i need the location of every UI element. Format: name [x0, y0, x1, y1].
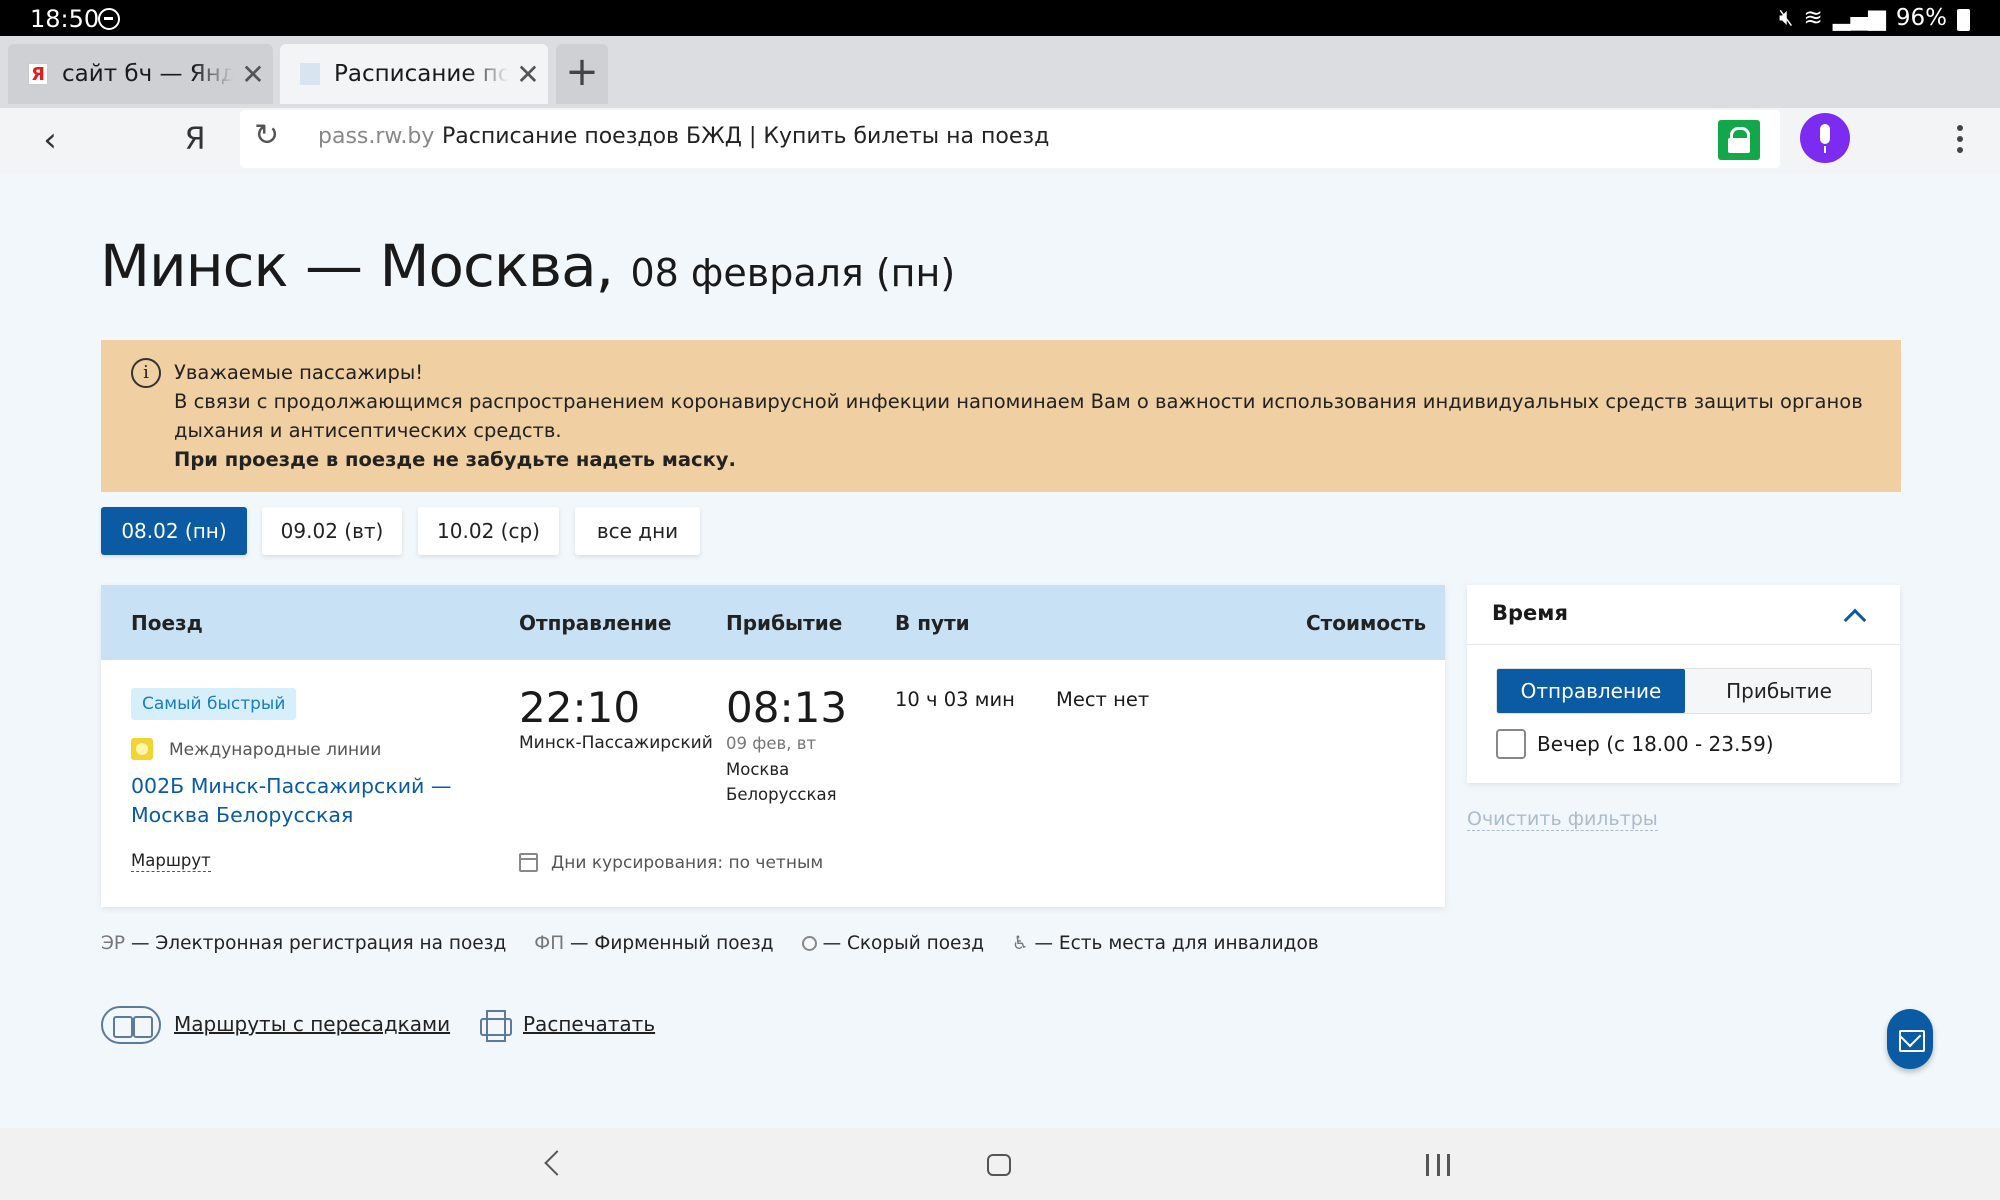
legend-key: ЭР [101, 933, 126, 954]
signal-icon: ▂▄▆ [1832, 5, 1886, 31]
url-host: pass.rw.by [318, 124, 435, 149]
microphone-button[interactable] [1800, 113, 1850, 163]
legend-text: — Есть места для инвалидов [1034, 933, 1319, 954]
header-cost[interactable]: Стоимость [1306, 611, 1426, 635]
calendar-icon [519, 853, 538, 872]
notice-body: В связи с продолжающимся распространение… [174, 390, 1863, 442]
route-date: 08 февраля (пн) [630, 251, 956, 295]
transfer-routes-icon[interactable] [101, 1006, 161, 1044]
legend-key: ФП [534, 933, 565, 954]
filter-title[interactable]: Время [1492, 601, 1568, 625]
page-favicon-icon [300, 63, 320, 85]
schedule-days: Дни курсирования: по четным [551, 853, 824, 873]
browser-tab-bar: Я сайт бч — Яндекс ✕ Расписание поездов … [0, 36, 2000, 108]
nav-home-icon[interactable] [987, 1154, 1011, 1176]
clear-filters-link[interactable]: Очистить фильтры [1467, 808, 1658, 831]
mute-icon: 🔇︎ [1779, 5, 1794, 31]
nav-recents-icon[interactable] [1426, 1154, 1450, 1176]
evening-checkbox[interactable] [1496, 729, 1526, 759]
date-button-0802[interactable]: 08.02 (пн) [101, 507, 247, 555]
tab-schedule[interactable]: Расписание поездов ✕ [280, 44, 548, 104]
train-table: Поезд Отправление Прибытие В пути Стоимо… [101, 585, 1445, 907]
battery-level: 96% [1895, 5, 1947, 31]
header-departure[interactable]: Отправление [519, 611, 672, 635]
transfer-routes-link[interactable]: Маршруты с пересадками [174, 1012, 450, 1036]
fastest-badge: Самый быстрый [131, 688, 297, 720]
wifi-icon: ≋ [1803, 5, 1823, 31]
toggle-arrival[interactable]: Прибытие [1685, 669, 1873, 713]
status-icons: 🔇︎ ≋ ▂▄▆ 96% [1779, 5, 1970, 31]
info-icon: i [131, 358, 161, 388]
do-not-disturb-icon [98, 8, 120, 30]
back-button[interactable]: ‹ [30, 118, 70, 162]
train-name-link[interactable]: 002Б Минск-Пассажирский — Москва Белорус… [131, 772, 461, 830]
address-bar: ‹ Я ↻ pass.rw.by Расписание поездов БЖД … [0, 108, 2000, 174]
legend-text: — Электронная регистрация на поезд [130, 933, 507, 954]
close-tab-icon[interactable]: ✕ [233, 58, 273, 91]
table-row: Самый быстрый Международные линии 002Б М… [101, 660, 1445, 907]
legend: ЭР — Электронная регистрация на поезд ФП… [101, 933, 1319, 954]
wheelchair-icon: ♿ [1012, 933, 1029, 954]
departure-time: 22:10 [519, 683, 641, 732]
date-button-1002[interactable]: 10.02 (ср) [418, 507, 559, 555]
tab-title: Расписание поездов [334, 61, 508, 87]
nav-back-icon[interactable] [544, 1150, 570, 1176]
toggle-departure[interactable]: Отправление [1497, 669, 1685, 713]
clock-icon [801, 936, 817, 951]
reload-icon[interactable]: ↻ [254, 118, 279, 153]
url-page-title: Расписание поездов БЖД | Купить билеты н… [442, 124, 1050, 149]
header-arrival[interactable]: Прибытие [726, 611, 842, 635]
yandex-home-button[interactable]: Я [175, 118, 215, 162]
tab-title: сайт бч — Яндекс [62, 61, 233, 87]
international-icon [131, 738, 153, 760]
lock-icon[interactable] [1718, 120, 1760, 160]
arrival-station: Москва Белорусская [726, 760, 837, 804]
print-link[interactable]: Распечатать [523, 1012, 655, 1036]
status-bar: 18:50 🔇︎ ≋ ▂▄▆ 96% [0, 0, 2000, 36]
arrival-date: 09 фев, вт [726, 734, 817, 753]
legend-item: ЭР — Электронная регистрация на поезд [101, 933, 506, 954]
table-header: Поезд Отправление Прибытие В пути Стоимо… [101, 585, 1445, 660]
legend-item: ФП — Фирменный поезд [534, 933, 773, 954]
chevron-up-icon[interactable] [1843, 608, 1867, 632]
notice-bold: При проезде в поезде не забудьте надеть … [174, 448, 736, 471]
line-type: Международные линии [169, 740, 382, 760]
page-title: Минск — Москва, 08 февраля (пн) [100, 232, 955, 300]
header-train[interactable]: Поезд [131, 611, 203, 635]
divider [1467, 644, 1900, 645]
url-field[interactable]: ↻ pass.rw.by Расписание поездов БЖД | Ку… [240, 110, 1780, 168]
time-filter-panel: Время Отправление Прибытие Вечер (с 18.0… [1467, 585, 1900, 783]
legend-text: — Скорый поезд [822, 933, 985, 954]
travel-duration: 10 ч 03 мин [895, 688, 1015, 711]
arrival-time: 08:13 [726, 683, 848, 732]
tab-yandex-search[interactable]: Я сайт бч — Яндекс ✕ [8, 44, 273, 104]
yandex-favicon-icon: Я [28, 63, 48, 85]
departure-station: Минск-Пассажирский [519, 733, 713, 753]
printer-icon[interactable] [480, 1010, 512, 1042]
seats-status: Мест нет [1056, 688, 1150, 711]
date-button-0902[interactable]: 09.02 (вт) [262, 507, 402, 555]
date-button-all[interactable]: все дни [575, 507, 700, 555]
battery-icon [1957, 9, 1970, 31]
status-time: 18:50 [30, 5, 100, 33]
header-duration[interactable]: В пути [895, 611, 970, 635]
route-title: Минск — Москва, [100, 232, 614, 300]
legend-text: — Фирменный поезд [570, 933, 774, 954]
covid-notice: i Уважаемые пассажиры! В связи с продолж… [101, 340, 1901, 492]
feedback-mail-button[interactable] [1887, 1009, 1933, 1069]
new-tab-button[interactable]: + [556, 44, 608, 104]
more-menu-icon[interactable] [1950, 120, 1970, 162]
legend-item: — Скорый поезд [801, 933, 985, 954]
close-tab-icon[interactable]: ✕ [508, 58, 548, 91]
evening-checkbox-label[interactable]: Вечер (с 18.00 - 23.59) [1537, 732, 1774, 756]
legend-item: ♿ — Есть места для инвалидов [1012, 933, 1319, 954]
route-link[interactable]: Маршрут [131, 851, 211, 872]
notice-heading: Уважаемые пассажиры! [174, 361, 424, 384]
android-nav-bar [0, 1128, 2000, 1200]
time-type-toggle: Отправление Прибытие [1496, 668, 1872, 714]
